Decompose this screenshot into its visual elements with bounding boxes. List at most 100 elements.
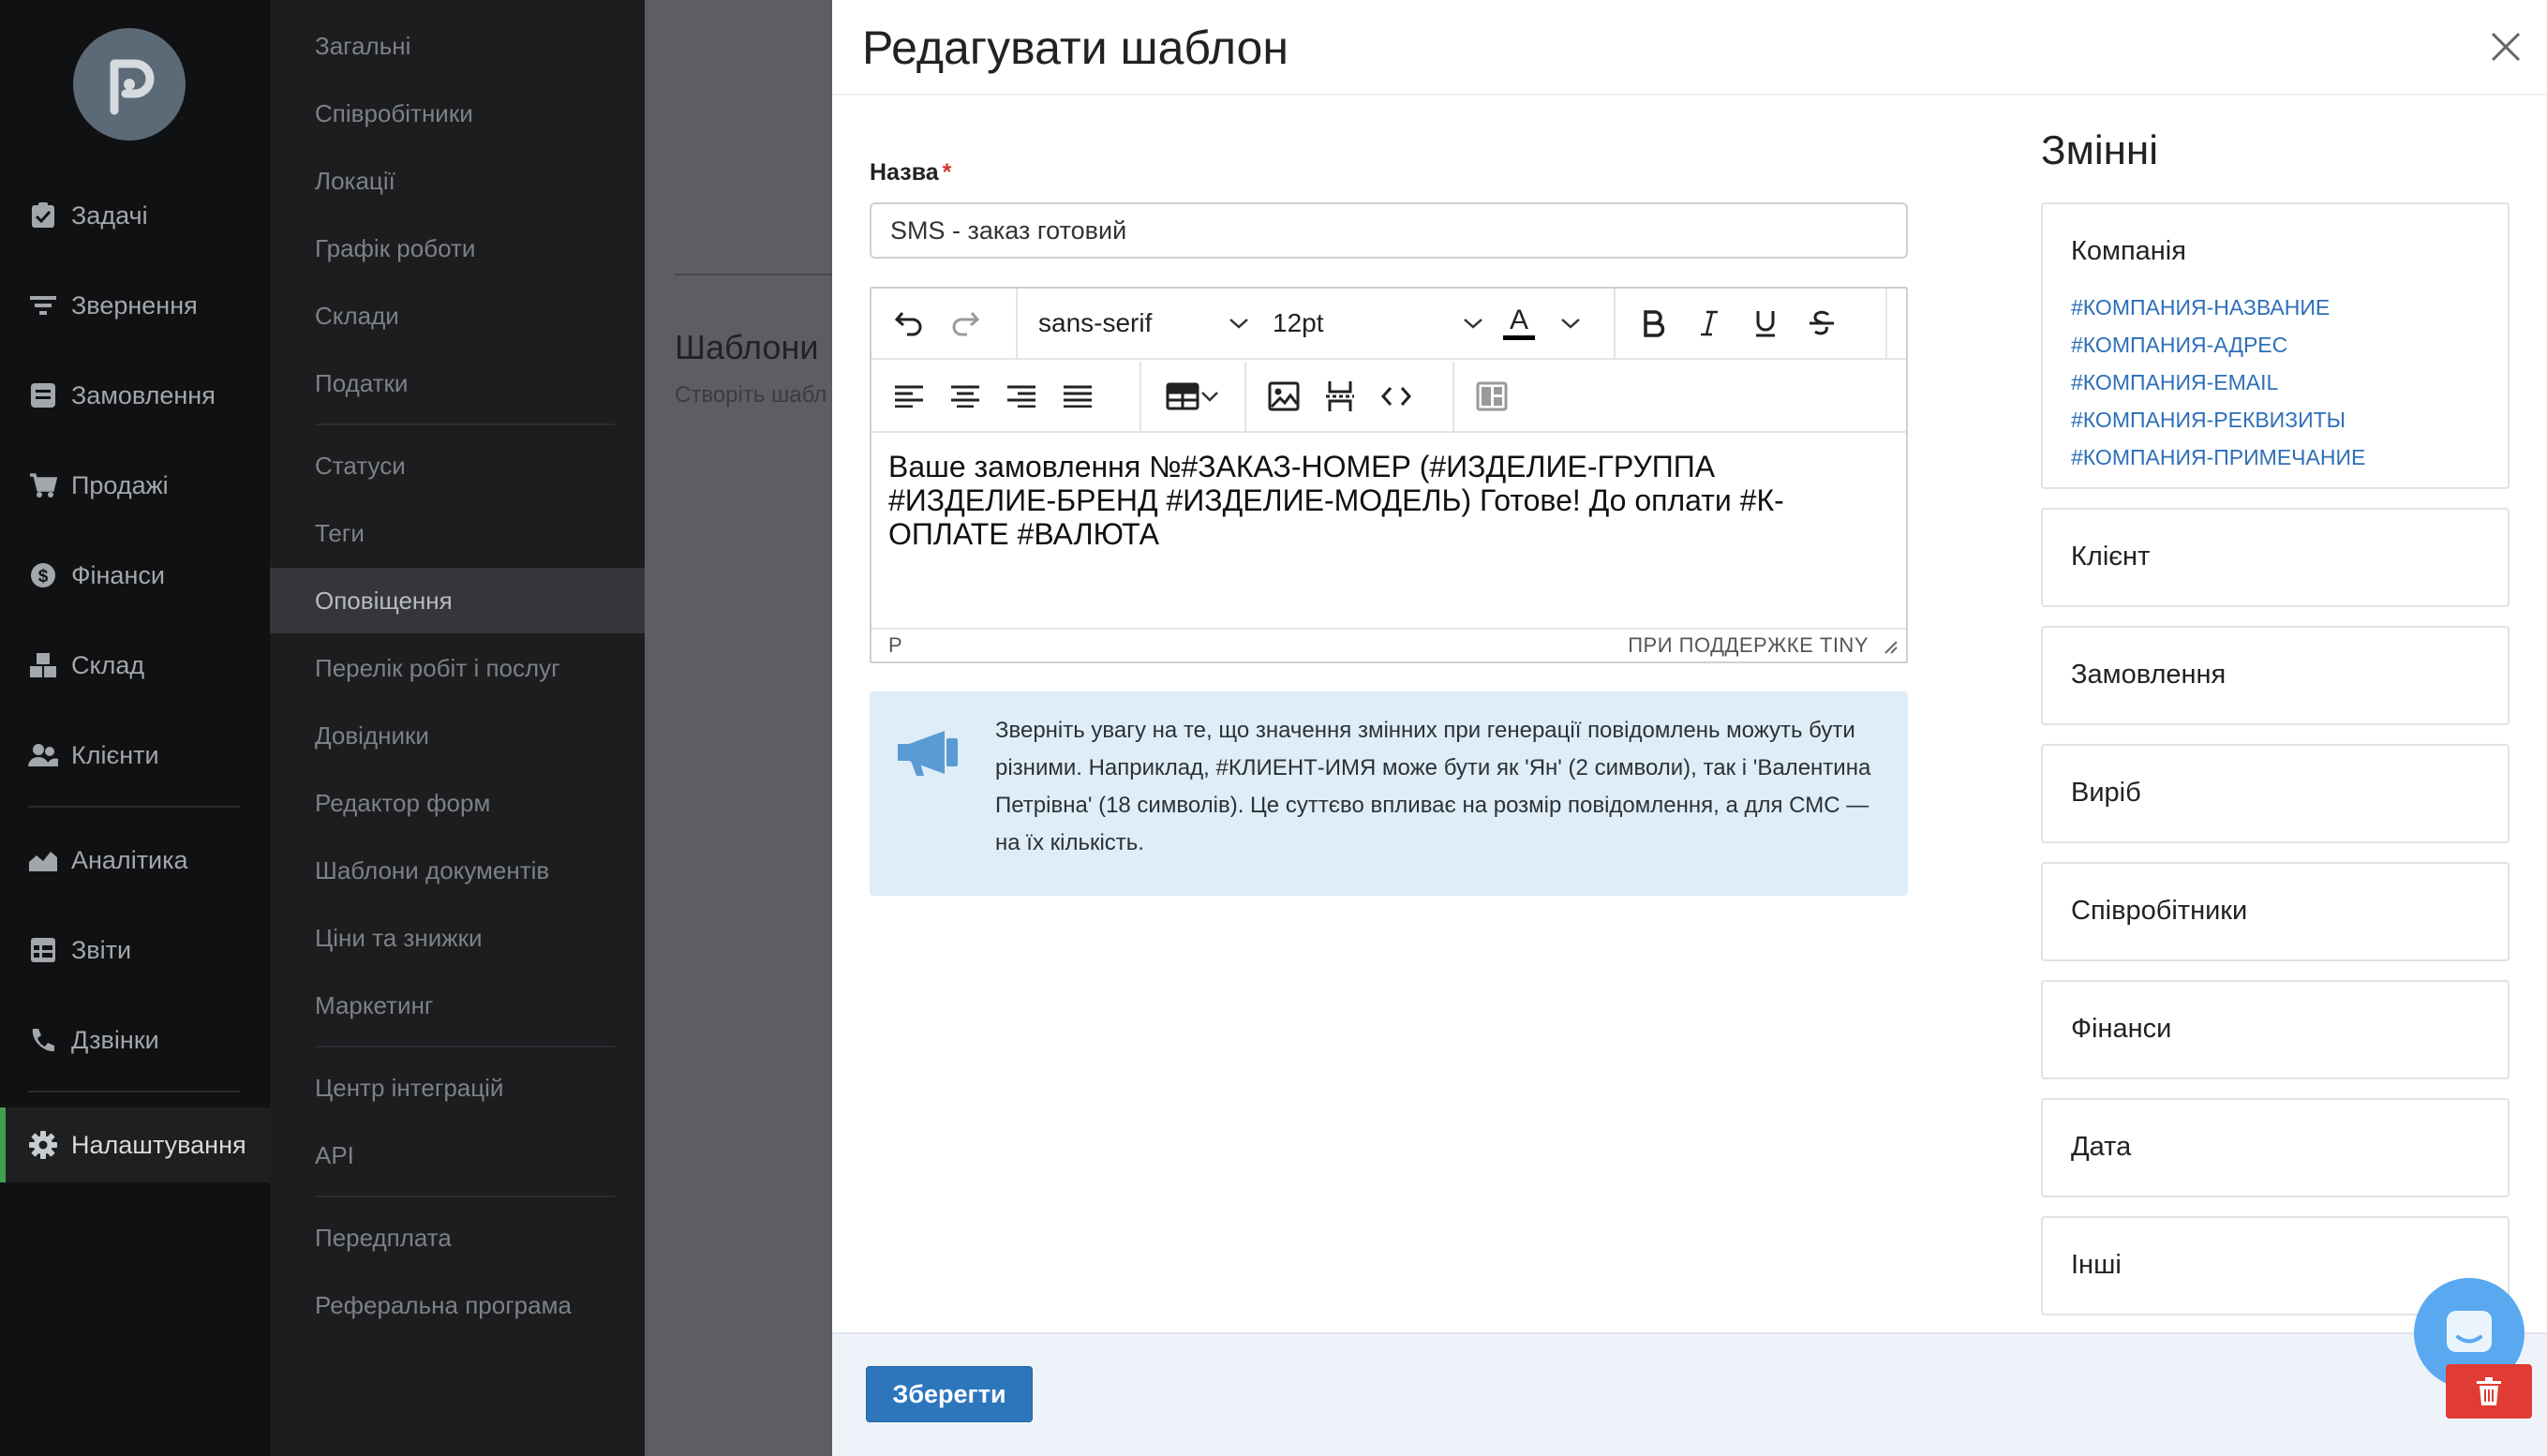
settings-item-taxes[interactable]: Податки bbox=[270, 350, 645, 416]
variables-group-employees[interactable]: Співробітники bbox=[2041, 862, 2510, 961]
template-button[interactable] bbox=[1464, 368, 1520, 424]
nav-item-clients[interactable]: Клієнти bbox=[0, 718, 270, 793]
settings-item-api[interactable]: API bbox=[270, 1122, 645, 1188]
delete-button[interactable] bbox=[2446, 1364, 2532, 1419]
settings-item-integrations[interactable]: Центр інтеграцій bbox=[270, 1055, 645, 1121]
table-button[interactable] bbox=[1151, 368, 1235, 424]
align-justify-icon bbox=[1064, 385, 1092, 408]
chevron-down-icon bbox=[1561, 319, 1580, 329]
nav-item-tasks[interactable]: Задачі bbox=[0, 178, 270, 253]
font-size-select[interactable]: 12pt bbox=[1261, 295, 1496, 351]
close-icon bbox=[2491, 32, 2521, 62]
italic-button[interactable] bbox=[1681, 295, 1737, 351]
settings-item-subscription[interactable]: Передплата bbox=[270, 1205, 645, 1270]
powered-by-tiny-link[interactable]: ПРИ ПОДДЕРЖКЕ TINY bbox=[1628, 633, 1869, 658]
settings-item-marketing[interactable]: Маркетинг bbox=[270, 973, 645, 1038]
format-group bbox=[1616, 289, 1887, 358]
redo-button[interactable] bbox=[937, 295, 993, 351]
settings-item-document-templates[interactable]: Шаблони документів bbox=[270, 838, 645, 903]
variables-group-finance[interactable]: Фінанси bbox=[2041, 980, 2510, 1079]
nav-item-label: Дзвінки bbox=[71, 1025, 159, 1054]
settings-item-locations[interactable]: Локації bbox=[270, 148, 645, 214]
undo-button[interactable] bbox=[881, 295, 937, 351]
strikethrough-icon bbox=[1810, 310, 1834, 335]
align-right-button[interactable] bbox=[993, 368, 1050, 424]
template-name-input[interactable] bbox=[870, 202, 1908, 259]
variables-group-header: Дата bbox=[2071, 1132, 2132, 1162]
close-button[interactable] bbox=[2483, 24, 2528, 69]
nav-item-finance[interactable]: $ Фінанси bbox=[0, 538, 270, 613]
settings-item-prices[interactable]: Ціни та знижки bbox=[270, 905, 645, 971]
text-color-button[interactable]: A bbox=[1496, 295, 1589, 351]
align-center-button[interactable] bbox=[937, 368, 993, 424]
settings-item-label: Графік роботи bbox=[315, 233, 476, 262]
variables-group-order[interactable]: Замовлення bbox=[2041, 626, 2510, 725]
settings-item-employees[interactable]: Співробітники bbox=[270, 81, 645, 146]
align-left-button[interactable] bbox=[881, 368, 937, 424]
settings-item-warehouses[interactable]: Склади bbox=[270, 283, 645, 349]
font-family-select[interactable]: sans-serif bbox=[1027, 295, 1261, 351]
notice-text: Зверніть увагу на те, що значення змінни… bbox=[995, 718, 1871, 855]
dollar-icon: $ bbox=[28, 560, 58, 590]
chevron-down-icon bbox=[1464, 319, 1482, 329]
underline-button[interactable] bbox=[1737, 295, 1794, 351]
settings-item-form-editor[interactable]: Редактор форм bbox=[270, 770, 645, 836]
area-chart-icon bbox=[28, 845, 58, 875]
settings-item-label: Оповіщення bbox=[315, 586, 453, 615]
settings-item-referral[interactable]: Реферальна програма bbox=[270, 1272, 645, 1338]
template-icon bbox=[1476, 381, 1508, 411]
bold-button[interactable] bbox=[1625, 295, 1681, 351]
dialog-footer: Зберегти bbox=[832, 1332, 2547, 1456]
nav-item-warehouse[interactable]: Склад bbox=[0, 628, 270, 703]
save-button[interactable]: Зберегти bbox=[866, 1366, 1033, 1422]
variable-link[interactable]: #КОМПАНИЯ-НАЗВАНИЕ bbox=[2071, 289, 2365, 326]
image-button[interactable] bbox=[1256, 368, 1312, 424]
nav-item-calls[interactable]: Дзвінки bbox=[0, 1003, 270, 1077]
dialog-header: Редагувати шаблон bbox=[832, 0, 2547, 96]
settings-item-label: Склади bbox=[315, 301, 399, 330]
nav-item-requests[interactable]: Звернення bbox=[0, 268, 270, 343]
page-break-button[interactable] bbox=[1312, 368, 1368, 424]
nav-item-sales[interactable]: Продажі bbox=[0, 448, 270, 523]
variable-link[interactable]: #КОМПАНИЯ-ПРИМЕЧАНИЕ bbox=[2071, 438, 2365, 476]
app-logo[interactable] bbox=[73, 28, 186, 141]
nav-item-analytics[interactable]: Аналітика bbox=[0, 823, 270, 898]
settings-item-tags[interactable]: Теги bbox=[270, 500, 645, 566]
text-color-swatch bbox=[1503, 334, 1535, 340]
italic-icon bbox=[1701, 310, 1718, 336]
settings-item-general[interactable]: Загальні bbox=[270, 13, 645, 79]
rich-text-editor: sans-serif 12pt A Ваше замовлення №#ЗАКА… bbox=[870, 287, 1908, 663]
settings-item-statuses[interactable]: Статуси bbox=[270, 433, 645, 498]
settings-item-notifications[interactable]: Оповіщення bbox=[270, 568, 645, 633]
variable-link[interactable]: #КОМПАНИЯ-EMAIL bbox=[2071, 364, 2365, 401]
variables-group-header: Співробітники bbox=[2071, 896, 2248, 926]
variable-link[interactable]: #КОМПАНИЯ-АДРЕС bbox=[2071, 326, 2365, 364]
variables-group-product[interactable]: Виріб bbox=[2041, 744, 2510, 843]
nav-item-orders[interactable]: Замовлення bbox=[0, 358, 270, 433]
font-size-value: 12pt bbox=[1273, 308, 1324, 337]
element-path[interactable]: P bbox=[888, 633, 902, 658]
template-group bbox=[1454, 362, 1539, 431]
nav-item-reports[interactable]: Звіти bbox=[0, 913, 270, 988]
resize-handle-icon[interactable] bbox=[1880, 636, 1899, 655]
variables-group-header: Фінанси bbox=[2071, 1014, 2172, 1044]
name-label-text: Назва bbox=[870, 159, 939, 186]
align-justify-button[interactable] bbox=[1050, 368, 1106, 424]
settings-item-label: Передплата bbox=[315, 1223, 452, 1252]
insert-group bbox=[1246, 362, 1454, 431]
table-group bbox=[1141, 362, 1246, 431]
variables-group-header[interactable]: Компанія bbox=[2071, 236, 2186, 267]
variables-group-date[interactable]: Дата bbox=[2041, 1098, 2510, 1197]
nav-item-settings[interactable]: Налаштування bbox=[0, 1107, 270, 1182]
nav-item-label: Звернення bbox=[71, 290, 198, 319]
variables-group-client[interactable]: Клієнт bbox=[2041, 508, 2510, 607]
source-code-button[interactable] bbox=[1368, 368, 1424, 424]
variable-link[interactable]: #КОМПАНИЯ-РЕКВИЗИТЫ bbox=[2071, 401, 2365, 438]
settings-item-services[interactable]: Перелік робіт і послуг bbox=[270, 635, 645, 701]
variables-group-header: Клієнт bbox=[2071, 542, 2151, 572]
settings-menu: Загальні Співробітники Локації Графік ро… bbox=[270, 0, 645, 1456]
settings-item-directories[interactable]: Довідники bbox=[270, 703, 645, 768]
settings-item-schedule[interactable]: Графік роботи bbox=[270, 215, 645, 281]
editor-content-area[interactable]: Ваше замовлення №#ЗАКАЗ-НОМЕР (#ИЗДЕЛИЕ-… bbox=[871, 435, 1906, 620]
strikethrough-button[interactable] bbox=[1794, 295, 1850, 351]
